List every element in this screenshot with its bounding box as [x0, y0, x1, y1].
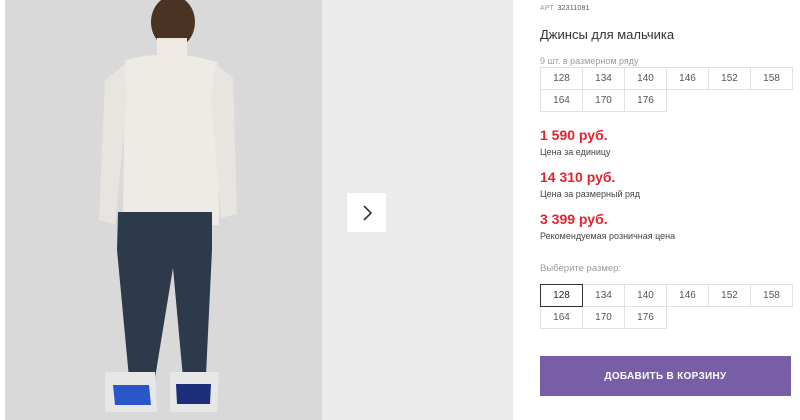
pack-size-cell: 152: [708, 67, 751, 90]
gallery-next-button[interactable]: [347, 193, 386, 232]
retail-price: 3 399 руб.: [540, 211, 608, 227]
size-option[interactable]: 152: [708, 284, 751, 307]
retail-price-label: Рекомендуемая розничная цена: [540, 231, 676, 241]
pack-size-cell: 164: [540, 89, 583, 112]
pack-size-cell: 128: [540, 67, 583, 90]
size-option[interactable]: 170: [582, 306, 625, 329]
size-option[interactable]: 176: [624, 306, 667, 329]
product-info-panel: АРТ. 32311081 Джинсы для мальчика 9 шт. …: [540, 0, 800, 420]
pack-size-cell: 134: [582, 67, 625, 90]
size-option[interactable]: 158: [750, 284, 793, 307]
size-picker: 128 134 140 146 152 158 164 170 176: [540, 284, 796, 329]
size-option-selected[interactable]: 128: [540, 284, 583, 307]
unit-price: 1 590 руб.: [540, 127, 608, 143]
product-photo[interactable]: [5, 0, 322, 420]
size-option[interactable]: 146: [666, 284, 709, 307]
pack-size-grid: 128 134 140 146 152 158 164 170 176: [540, 67, 796, 112]
chevron-right-icon: [362, 204, 372, 221]
product-photo-image: [5, 0, 322, 420]
sku-label: АРТ.: [540, 5, 556, 12]
size-option[interactable]: 140: [624, 284, 667, 307]
product-gallery: [0, 0, 513, 420]
product-title: Джинсы для мальчика: [540, 27, 675, 42]
sku-value: 32311081: [557, 5, 590, 12]
pack-size-cell: 146: [666, 67, 709, 90]
pack-price-label: Цена за размерный ряд: [540, 189, 641, 199]
pack-size-cell: 140: [624, 67, 667, 90]
pack-size-cell: 170: [582, 89, 625, 112]
pack-price: 14 310 руб.: [540, 169, 616, 185]
unit-price-label: Цена за единицу: [540, 147, 611, 157]
size-picker-label: Выберите размер:: [540, 263, 622, 274]
pack-note: 9 шт. в размерном ряду: [540, 56, 639, 66]
pack-size-cell: 176: [624, 89, 667, 112]
pack-size-cell: 158: [750, 67, 793, 90]
size-option[interactable]: 134: [582, 284, 625, 307]
sku-line: АРТ. 32311081: [540, 5, 590, 12]
add-to-cart-button[interactable]: ДОБАВИТЬ В КОРЗИНУ: [540, 356, 791, 396]
size-option[interactable]: 164: [540, 306, 583, 329]
